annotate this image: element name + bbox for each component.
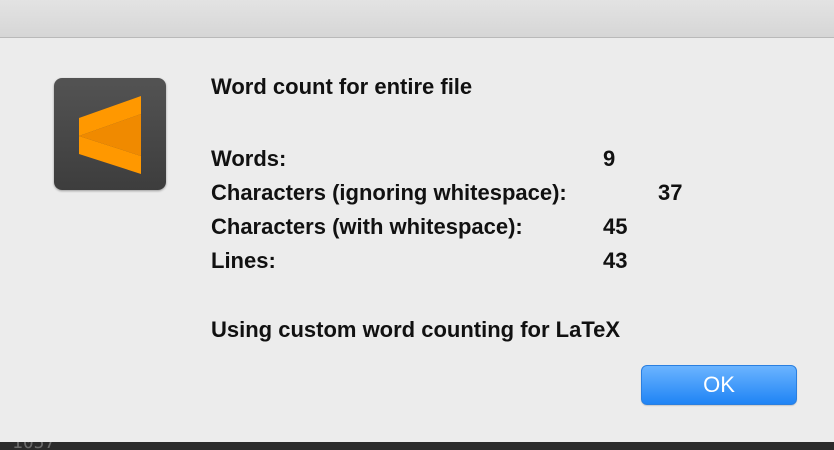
ok-button[interactable]: OK: [641, 365, 797, 405]
sublime-text-app-icon: [54, 78, 166, 190]
word-count-dialog: Word count for entire file Words: 9 Char…: [0, 38, 834, 442]
stat-label-lines: Lines:: [211, 248, 276, 273]
dialog-heading: Word count for entire file: [211, 74, 473, 99]
stat-label-words: Words:: [211, 146, 287, 171]
background-line-number: 1057: [12, 442, 55, 450]
stat-label-characters-with-whitespace: Characters (with whitespace):: [211, 214, 523, 239]
stat-label-characters-no-whitespace: Characters (ignoring whitespace):: [211, 180, 567, 205]
stat-value-lines: 43: [603, 248, 628, 273]
word-count-note: Using custom word counting for LaTeX: [211, 317, 621, 342]
background-window-titlebar: [0, 0, 834, 38]
background-editor-peek: 1057: [0, 442, 834, 450]
stat-value-characters-no-whitespace: 37: [658, 180, 683, 205]
stat-value-words: 9: [603, 146, 616, 171]
stat-value-characters-with-whitespace: 45: [603, 214, 628, 239]
sublime-logo-icon: [79, 96, 141, 174]
